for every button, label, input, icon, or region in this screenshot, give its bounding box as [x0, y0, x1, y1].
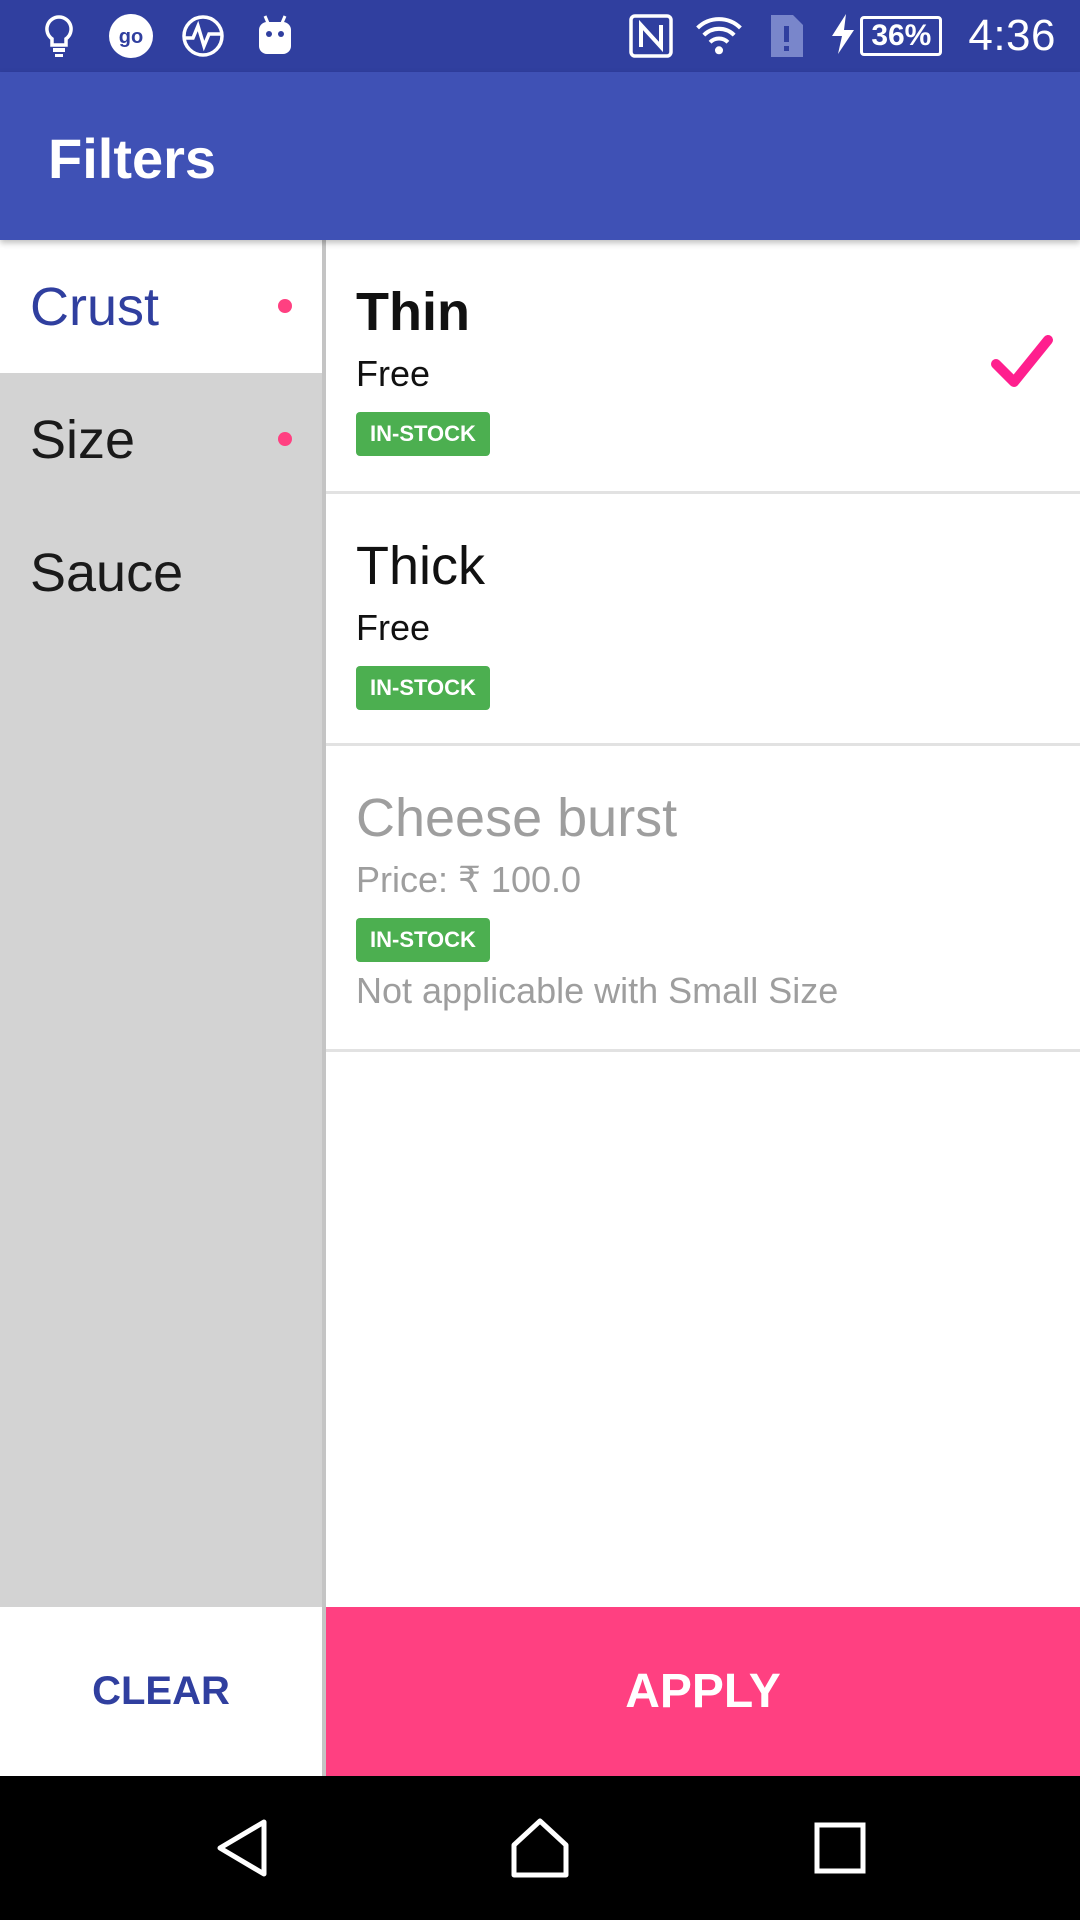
battery-indicator: 36% — [830, 13, 943, 59]
filter-categories: Crust Size Sauce — [0, 240, 322, 1607]
option-name: Cheese burst — [356, 788, 678, 848]
selection-dot-icon — [278, 299, 292, 313]
pulse-icon — [178, 11, 228, 61]
option-price: Free — [356, 353, 431, 394]
category-label: Size — [30, 409, 136, 470]
category-sauce[interactable]: Sauce — [0, 506, 322, 639]
notification-icons: go — [34, 10, 300, 62]
checkmark-icon — [990, 332, 1054, 397]
category-crust[interactable]: Crust — [0, 240, 322, 373]
status-bar: go 36% 4:36 — [0, 0, 1080, 72]
stock-badge: IN-STOCK — [356, 412, 490, 456]
stock-badge: IN-STOCK — [356, 918, 490, 962]
option-name: Thick — [356, 536, 486, 596]
recents-icon[interactable] — [800, 1808, 880, 1888]
stock-badge: IN-STOCK — [356, 666, 490, 710]
svg-text:go: go — [119, 26, 143, 48]
clock: 4:36 — [968, 11, 1056, 60]
page-title: Filters — [48, 127, 217, 190]
system-icons: 36% 4:36 — [626, 8, 1056, 64]
bulb-icon — [34, 11, 84, 61]
charging-icon — [830, 13, 856, 59]
navigation-bar — [0, 1776, 1080, 1920]
category-size[interactable]: Size — [0, 373, 322, 506]
option-price: Price: ₹ 100.0 — [356, 859, 582, 900]
clear-button[interactable]: CLEAR — [0, 1607, 322, 1776]
go-icon: go — [106, 11, 156, 61]
option-cheese-burst[interactable]: Cheese burst Price: ₹ 100.0 IN-STOCK Not… — [326, 746, 1080, 1052]
category-label: Crust — [30, 276, 160, 337]
option-price: Free — [356, 607, 431, 648]
option-thick[interactable]: Thick Free IN-STOCK — [326, 494, 1080, 746]
wifi-icon — [694, 11, 744, 61]
filter-options: Thin Free IN-STOCK Thick Free IN-STOCK C… — [326, 240, 1080, 1607]
home-icon[interactable] — [500, 1808, 580, 1888]
option-note: Not applicable with Small Size — [356, 970, 839, 1011]
category-label: Sauce — [30, 542, 184, 603]
android-icon — [250, 11, 300, 61]
battery-level: 36% — [860, 16, 943, 56]
apply-button[interactable]: APPLY — [326, 1607, 1080, 1776]
back-icon[interactable] — [202, 1808, 282, 1888]
option-name: Thin — [356, 282, 470, 342]
option-thin[interactable]: Thin Free IN-STOCK — [326, 240, 1080, 494]
nfc-icon — [626, 11, 676, 61]
app-bar: Filters — [0, 72, 1080, 240]
sim-alert-icon — [762, 11, 812, 61]
selection-dot-icon — [278, 432, 292, 446]
